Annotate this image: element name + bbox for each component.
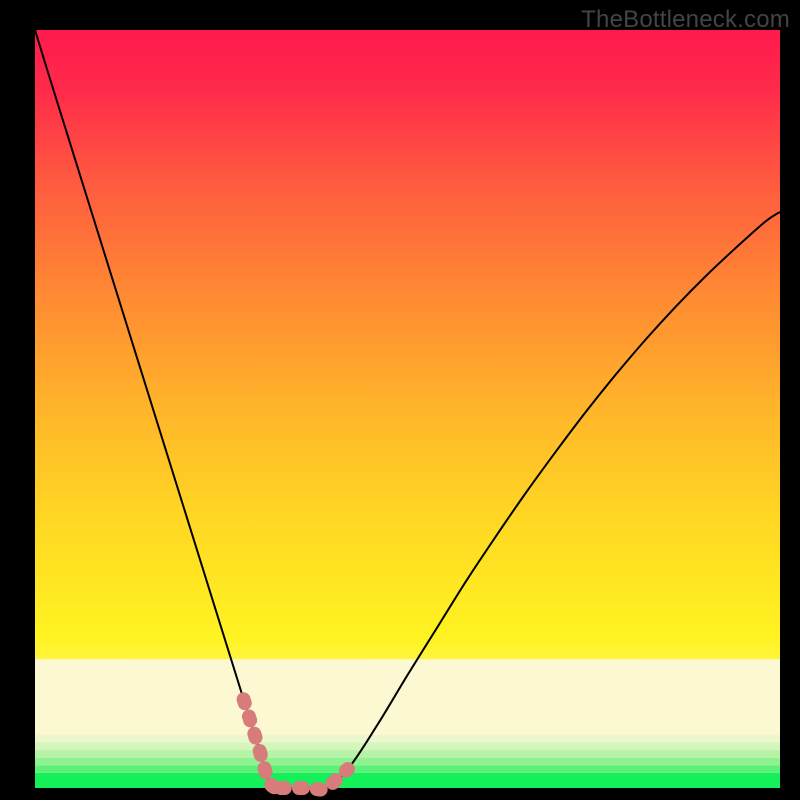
band-green-fade-4 [35, 743, 780, 751]
band-green-fade-2 [35, 758, 780, 766]
band-green-fade-5 [35, 735, 780, 743]
band-green-solid [35, 773, 780, 788]
band-green-fade-1 [35, 765, 780, 773]
band-green-fade-3 [35, 750, 780, 758]
watermark-text: TheBottleneck.com [581, 6, 790, 34]
chart-container: TheBottleneck.com [0, 0, 800, 800]
band-pale-yellow [35, 659, 780, 735]
chart-svg [0, 0, 800, 800]
